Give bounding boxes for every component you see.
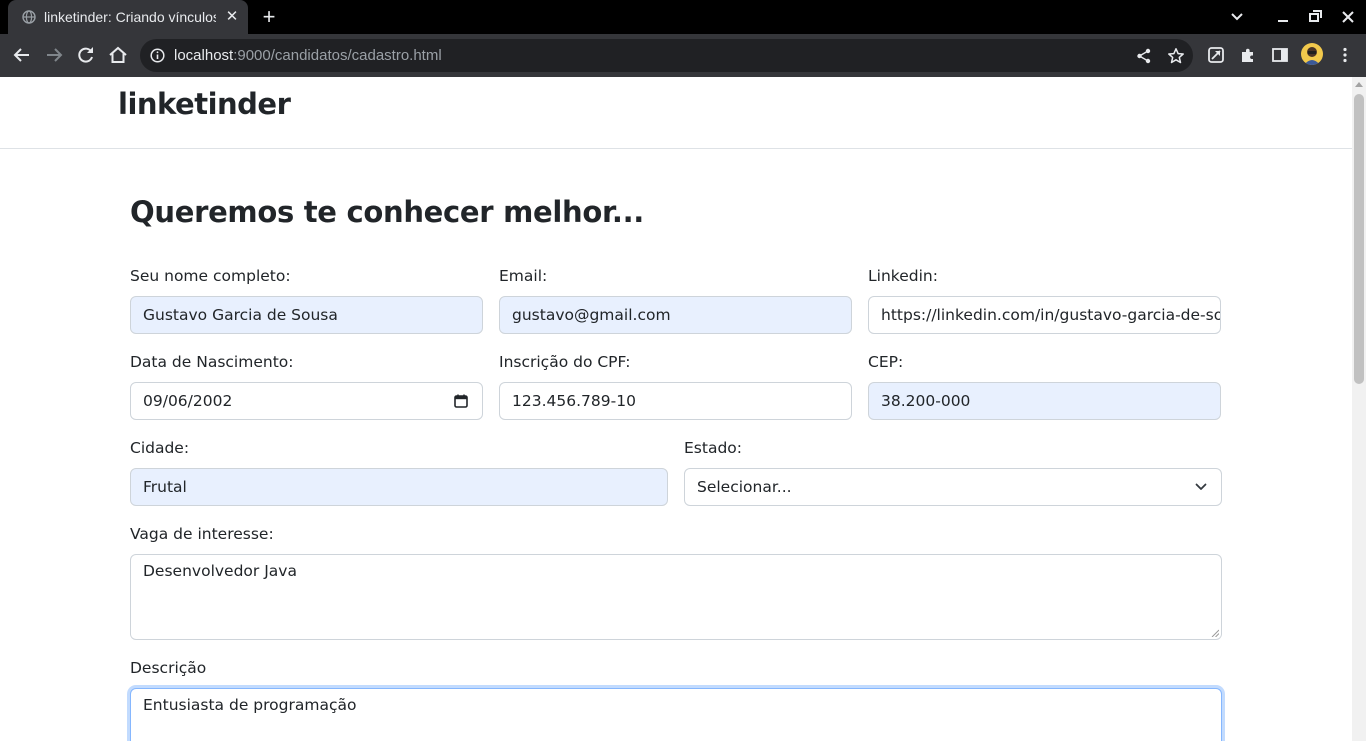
star-icon[interactable] bbox=[1167, 47, 1185, 65]
cpf-label: Inscrição do CPF: bbox=[499, 353, 631, 371]
share-icon[interactable] bbox=[1135, 47, 1153, 65]
linkedin-input[interactable]: https://linkedin.com/in/gustavo-garcia-d… bbox=[868, 296, 1221, 334]
descricao-textarea[interactable]: Entusiasta de programação bbox=[130, 688, 1222, 741]
url-path: :9000/candidatos/cadastro.html bbox=[233, 47, 442, 64]
profile-avatar[interactable] bbox=[1301, 43, 1323, 65]
vaga-label: Vaga de interesse: bbox=[130, 525, 274, 543]
forward-arrow-icon[interactable] bbox=[43, 44, 65, 66]
descricao-label: Descrição bbox=[130, 659, 207, 677]
calendar-icon[interactable] bbox=[454, 394, 468, 408]
nome-input[interactable]: Gustavo Garcia de Sousa bbox=[130, 296, 483, 334]
site-info-icon[interactable] bbox=[150, 48, 165, 63]
cpf-input[interactable]: 123.456.789-10 bbox=[499, 382, 852, 420]
chevron-down-icon bbox=[1195, 483, 1207, 490]
url-text: localhost:9000/candidatos/cadastro.html bbox=[174, 47, 442, 64]
nascimento-date-input[interactable]: 09/06/2002 bbox=[130, 382, 483, 420]
page-title: Queremos te conhecer melhor... bbox=[130, 195, 645, 229]
nascimento-value: 09/06/2002 bbox=[143, 392, 233, 410]
linkedin-label: Linkedin: bbox=[868, 267, 938, 285]
vaga-textarea[interactable]: Desenvolvedor Java bbox=[130, 554, 1222, 640]
nascimento-label: Data de Nascimento: bbox=[130, 353, 294, 371]
email-label: Email: bbox=[499, 267, 548, 285]
browser-tab[interactable]: linketinder: Criando vínculos ✕ bbox=[8, 0, 248, 34]
vaga-value: Desenvolvedor Java bbox=[143, 562, 297, 580]
cidade-input[interactable]: Frutal bbox=[130, 468, 668, 506]
estado-select[interactable]: Selecionar... bbox=[684, 468, 1222, 506]
scrollbar-thumb[interactable] bbox=[1354, 94, 1364, 384]
url-host: localhost bbox=[174, 47, 234, 64]
resize-grip-icon[interactable] bbox=[1211, 629, 1219, 637]
close-tab-icon[interactable]: ✕ bbox=[224, 8, 240, 24]
scroll-up-arrow-icon[interactable] bbox=[1355, 82, 1363, 87]
cep-input[interactable]: 38.200-000 bbox=[868, 382, 1221, 420]
tab-strip: linketinder: Criando vínculos ✕ + bbox=[0, 0, 1366, 34]
puzzle-icon[interactable] bbox=[1239, 46, 1257, 64]
back-arrow-icon[interactable] bbox=[11, 44, 33, 66]
tab-search-icon[interactable] bbox=[1227, 8, 1247, 26]
nome-label: Seu nome completo: bbox=[130, 267, 291, 285]
cep-label: CEP: bbox=[868, 353, 904, 371]
side-panel-icon[interactable] bbox=[1271, 46, 1289, 64]
brand-logo[interactable]: linketinder bbox=[118, 87, 291, 121]
page-scrollbar[interactable] bbox=[1352, 77, 1366, 741]
new-tab-button[interactable]: + bbox=[259, 6, 279, 28]
close-window-icon[interactable] bbox=[1338, 8, 1358, 26]
tab-title: linketinder: Criando vínculos bbox=[44, 9, 216, 25]
address-bar[interactable]: localhost:9000/candidatos/cadastro.html bbox=[140, 39, 1193, 72]
page-viewport: linketinder Queremos te conhecer melhor.… bbox=[0, 77, 1352, 741]
cidade-label: Cidade: bbox=[130, 439, 190, 457]
site-header: linketinder bbox=[0, 77, 1352, 149]
descricao-value: Entusiasta de programação bbox=[143, 696, 357, 714]
estado-label: Estado: bbox=[684, 439, 742, 457]
email-input[interactable]: gustavo@gmail.com bbox=[499, 296, 852, 334]
home-icon[interactable] bbox=[107, 44, 129, 66]
menu-kebab-icon[interactable] bbox=[1336, 46, 1354, 64]
reload-icon[interactable] bbox=[75, 44, 97, 66]
minimize-icon[interactable] bbox=[1273, 8, 1293, 26]
estado-selected-value: Selecionar... bbox=[697, 478, 792, 496]
globe-icon bbox=[22, 10, 36, 24]
extension-app-icon[interactable] bbox=[1207, 46, 1225, 64]
restore-icon[interactable] bbox=[1305, 8, 1325, 26]
avatar-icon bbox=[1304, 47, 1320, 65]
browser-toolbar: localhost:9000/candidatos/cadastro.html bbox=[0, 34, 1366, 77]
